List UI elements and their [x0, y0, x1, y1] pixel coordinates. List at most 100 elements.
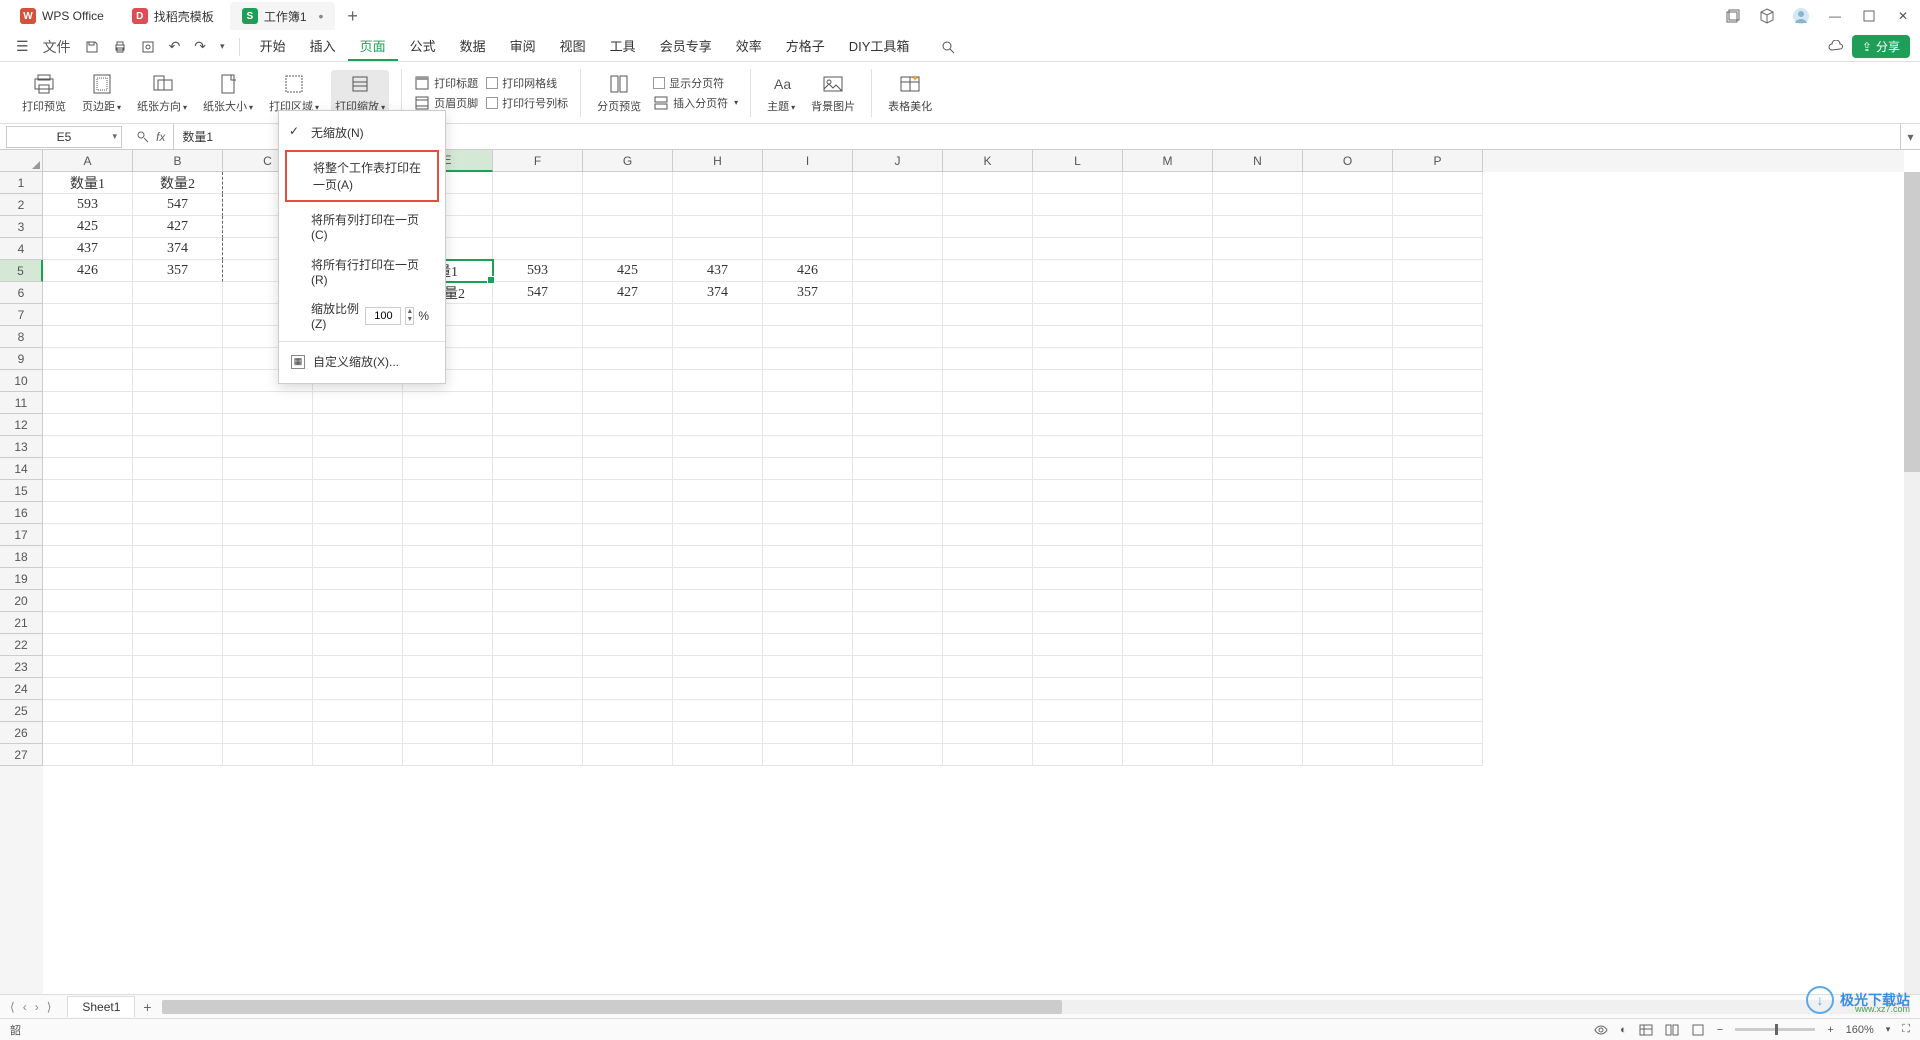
cell[interactable]: [403, 436, 493, 458]
cell[interactable]: [223, 502, 313, 524]
cell[interactable]: [943, 480, 1033, 502]
page-break-preview-button[interactable]: 分页预览: [593, 70, 645, 116]
cell[interactable]: [313, 634, 403, 656]
cell[interactable]: [133, 304, 223, 326]
cell[interactable]: [313, 568, 403, 590]
cell[interactable]: [1303, 348, 1393, 370]
cell[interactable]: 357: [133, 260, 223, 282]
cell[interactable]: [1123, 568, 1213, 590]
cell[interactable]: [223, 656, 313, 678]
cell[interactable]: [1393, 634, 1483, 656]
cell[interactable]: [403, 700, 493, 722]
col-header[interactable]: G: [583, 150, 673, 172]
cell[interactable]: [223, 480, 313, 502]
cell[interactable]: [43, 744, 133, 766]
cell[interactable]: [853, 392, 943, 414]
cell[interactable]: [853, 172, 943, 194]
cell[interactable]: [673, 546, 763, 568]
cell[interactable]: [943, 744, 1033, 766]
cell[interactable]: [223, 744, 313, 766]
cell[interactable]: [1213, 414, 1303, 436]
cell[interactable]: [673, 480, 763, 502]
cell[interactable]: [763, 502, 853, 524]
cell[interactable]: [1033, 260, 1123, 282]
cell[interactable]: [943, 194, 1033, 216]
cell[interactable]: [1393, 392, 1483, 414]
cell[interactable]: [403, 590, 493, 612]
cell[interactable]: [493, 172, 583, 194]
col-header[interactable]: O: [1303, 150, 1393, 172]
cell[interactable]: [1033, 744, 1123, 766]
add-sheet-button[interactable]: +: [143, 999, 151, 1015]
cell[interactable]: [853, 678, 943, 700]
cell[interactable]: [1033, 480, 1123, 502]
cell[interactable]: [1123, 634, 1213, 656]
cell[interactable]: [1393, 260, 1483, 282]
cell[interactable]: [943, 414, 1033, 436]
cell[interactable]: [1393, 546, 1483, 568]
cell[interactable]: [1303, 282, 1393, 304]
cell[interactable]: [583, 568, 673, 590]
show-page-break-checkbox[interactable]: 显示分页符: [653, 75, 738, 91]
menu-tab-9[interactable]: 效率: [724, 32, 774, 61]
cell[interactable]: [1213, 656, 1303, 678]
cell[interactable]: [1213, 612, 1303, 634]
row-header[interactable]: 16: [0, 502, 43, 524]
cell[interactable]: [43, 348, 133, 370]
cell[interactable]: [673, 238, 763, 260]
cell[interactable]: [403, 392, 493, 414]
cell[interactable]: [43, 524, 133, 546]
cell[interactable]: [133, 722, 223, 744]
cell[interactable]: [943, 216, 1033, 238]
user-avatar-icon[interactable]: [1792, 7, 1810, 25]
cell[interactable]: [1303, 370, 1393, 392]
cell[interactable]: [1033, 348, 1123, 370]
cell[interactable]: [673, 392, 763, 414]
cell[interactable]: [943, 656, 1033, 678]
fit-all-cols-option[interactable]: 将所有列打印在一页(C): [279, 204, 445, 249]
fit-sheet-one-page-option[interactable]: 将整个工作表打印在一页(A): [287, 152, 437, 200]
row-header[interactable]: 27: [0, 744, 43, 766]
col-header[interactable]: M: [1123, 150, 1213, 172]
cell[interactable]: [583, 744, 673, 766]
cell[interactable]: [1393, 348, 1483, 370]
cell[interactable]: 425: [43, 216, 133, 238]
cell[interactable]: [1303, 502, 1393, 524]
cell[interactable]: [943, 348, 1033, 370]
cell[interactable]: [1393, 282, 1483, 304]
cell[interactable]: [1393, 480, 1483, 502]
cell[interactable]: [1213, 194, 1303, 216]
cell[interactable]: [673, 348, 763, 370]
cell[interactable]: [313, 612, 403, 634]
cell[interactable]: [1303, 524, 1393, 546]
cell[interactable]: [1123, 326, 1213, 348]
cloud-icon[interactable]: [1822, 36, 1850, 58]
cell[interactable]: [853, 282, 943, 304]
cell[interactable]: [223, 414, 313, 436]
view-break-icon[interactable]: [1691, 1023, 1705, 1037]
cell[interactable]: [1033, 458, 1123, 480]
cell[interactable]: [1123, 458, 1213, 480]
cell[interactable]: [403, 458, 493, 480]
cell[interactable]: [853, 502, 943, 524]
cell[interactable]: [943, 282, 1033, 304]
cell[interactable]: [223, 436, 313, 458]
cell[interactable]: [1033, 370, 1123, 392]
search-icon[interactable]: [935, 36, 961, 58]
cell[interactable]: [1123, 414, 1213, 436]
cell[interactable]: [43, 612, 133, 634]
menu-tab-2[interactable]: 页面: [348, 32, 398, 61]
cell[interactable]: [403, 722, 493, 744]
row-header[interactable]: 1: [0, 172, 43, 194]
cell[interactable]: [223, 700, 313, 722]
cell[interactable]: [133, 480, 223, 502]
formula-expand-icon[interactable]: ▾: [1900, 124, 1920, 149]
cell[interactable]: [43, 546, 133, 568]
menu-tab-10[interactable]: 方格子: [774, 32, 837, 61]
name-box[interactable]: E5▾: [6, 126, 122, 148]
cell[interactable]: [493, 700, 583, 722]
cell[interactable]: [1033, 722, 1123, 744]
row-header[interactable]: 18: [0, 546, 43, 568]
cell[interactable]: [583, 634, 673, 656]
col-header[interactable]: F: [493, 150, 583, 172]
